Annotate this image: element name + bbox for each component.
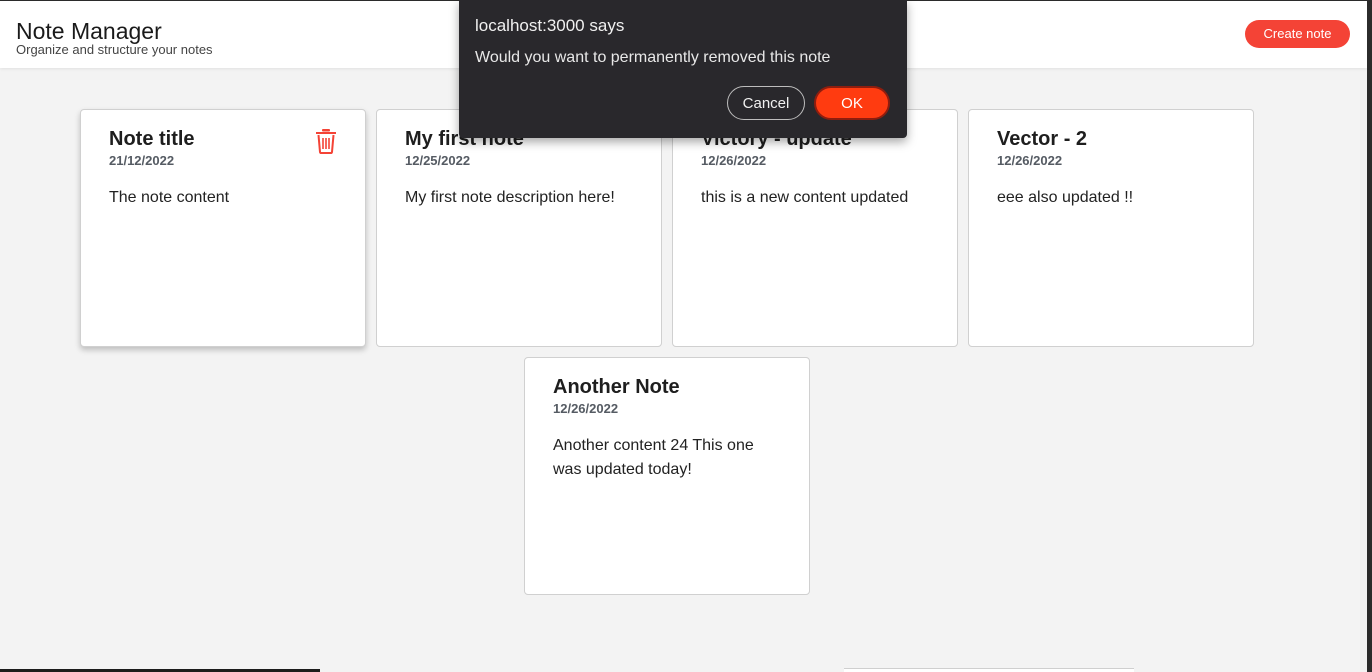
note-content: eee also updated !! [997,189,1134,206]
app-title: Note Manager [16,18,162,44]
note-title: Another Note [553,376,680,398]
note-title: Note title [109,128,195,150]
trash-icon[interactable] [315,128,337,154]
create-note-button[interactable]: Create note [1245,20,1350,48]
note-date: 12/26/2022 [997,153,1063,168]
note-date: 21/12/2022 [109,153,175,168]
note-card[interactable]: Victory - update 12/26/2022 this is a ne… [672,109,958,347]
app-window: Note Manager Organize and structure your… [0,0,1372,672]
note-card[interactable]: Note title 21/12/2022 The note content [80,109,366,347]
note-content: My first note description here! [405,189,615,206]
note-content: this is a new content updated [701,189,909,206]
confirm-dialog: localhost:3000 says Would you want to pe… [459,0,907,138]
app-subtitle: Organize and structure your notes [16,42,213,57]
note-content: The note content [109,189,230,206]
note-content: Another content 24 This one was updated … [553,437,754,478]
dialog-title: localhost:3000 says [475,16,625,35]
note-date: 12/25/2022 [405,153,471,168]
note-date: 12/26/2022 [701,153,767,168]
note-date: 12/26/2022 [553,401,619,416]
note-card[interactable]: Vector - 2 12/26/2022 eee also updated !… [968,109,1254,347]
note-card[interactable]: My first note 12/25/2022 My first note d… [376,109,662,347]
ok-button[interactable]: OK [814,86,890,120]
cancel-button[interactable]: Cancel [727,86,805,120]
window-edge [1367,0,1372,672]
note-title: Vector - 2 [997,128,1088,150]
dialog-message: Would you want to permanently removed th… [475,49,831,66]
note-card[interactable]: Another Note 12/26/2022 Another content … [524,357,810,595]
taskbar-fragment [844,668,1134,672]
